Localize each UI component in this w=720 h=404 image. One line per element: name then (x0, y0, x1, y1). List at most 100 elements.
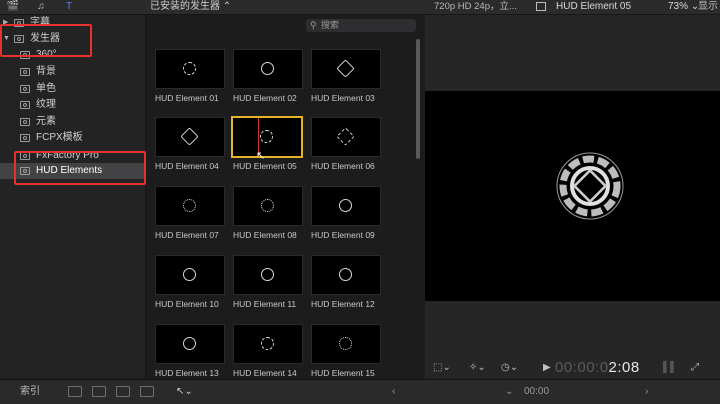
hud-element-icon (260, 130, 273, 143)
music-icon[interactable]: ♫ (34, 1, 48, 13)
timeline-timecode: 00:00 (524, 386, 550, 397)
connect-clip-icon[interactable] (68, 386, 82, 397)
index-button[interactable]: 索引 (20, 384, 40, 400)
thumbnail-label: HUD Element 15 (311, 368, 375, 378)
thumbnail-hud-element-05[interactable] (231, 116, 303, 158)
hud-element-icon (183, 62, 196, 75)
titles-generators-icon[interactable]: T (62, 1, 76, 13)
thumbnail-hud-element-02[interactable] (233, 49, 303, 89)
folder-icon (20, 101, 30, 109)
video-format: 720p HD 24p，立... (434, 1, 517, 12)
hud-element-icon (261, 199, 274, 212)
folder-icon (20, 68, 30, 76)
sidebar-item-label: 元素 (36, 116, 56, 127)
thumbnail-label: HUD Element 09 (311, 230, 375, 240)
folder-icon (20, 85, 30, 93)
viewer: ⬚⌄ ✧⌄ ◷⌄ ▶ 00:00:02:08 ▌▌ ⤢ (425, 15, 720, 378)
thumbnail-hud-element-12[interactable] (311, 255, 381, 295)
hud-element-icon (339, 337, 352, 350)
timecode-bright: 2:08 (608, 359, 640, 376)
clapper-icon[interactable]: 🎬 (6, 1, 20, 13)
hud-element-icon (339, 268, 352, 281)
thumbnail-label: HUD Element 03 (311, 93, 375, 103)
chevron-left-icon[interactable]: ‹ (392, 384, 395, 400)
hud-element-icon (183, 268, 196, 281)
transform-tool-icon[interactable]: ⬚⌄ (433, 361, 451, 375)
clip-icon (536, 2, 546, 11)
search-placeholder: 搜索 (321, 20, 340, 30)
thumbnail-hud-element-09[interactable] (311, 186, 381, 226)
thumbnail-label: HUD Element 04 (155, 161, 219, 171)
mouse-pointer-icon: ↖ (256, 150, 266, 162)
thumbnail-label: HUD Element 08 (233, 230, 297, 240)
search-icon: ⚲ (310, 20, 317, 30)
highlight-box-hud-elements (14, 151, 146, 185)
sidebar-item-label: 单色 (36, 83, 56, 94)
thumbnail-label: HUD Element 11 (233, 299, 297, 309)
sidebar-item-textures[interactable]: 纹理 (0, 97, 145, 113)
thumbnail-hud-element-03[interactable] (311, 49, 381, 89)
hud-element-icon (180, 127, 199, 146)
hud-element-icon (183, 199, 196, 212)
thumbnail-label: HUD Element 01 (155, 93, 219, 103)
bottom-toolbar: 索引 ↖⌄ ‹ ⌄ 00:00 › (0, 379, 720, 404)
sidebar-item-fcpx-templates[interactable]: FCPX模板 (0, 130, 145, 146)
thumbnail-label: HUD Element 13 (155, 368, 219, 378)
sidebar-item-elements[interactable]: 元素 (0, 114, 145, 130)
timecode-dim: 00:00:0 (555, 359, 609, 376)
chevron-down-icon[interactable]: ⌄ (505, 384, 513, 400)
thumbnail-label: HUD Element 05 (233, 161, 297, 171)
generator-browser: ⚲ 搜索 HUD Element 01 HUD Element 02 HUD E… (146, 15, 424, 378)
sidebar: ▶ 字幕 ▼ 发生器 360° 背景 单色 纹理 元素 FCPX模板 FxFac… (0, 15, 146, 378)
speed-icon[interactable]: ◷⌄ (501, 361, 518, 375)
thumbnail-label: HUD Element 06 (311, 161, 375, 171)
append-clip-icon[interactable] (116, 386, 130, 397)
sidebar-item-label: 纹理 (36, 99, 56, 110)
hud-element-icon (336, 59, 355, 78)
thumbnail-label: HUD Element 14 (233, 368, 297, 378)
folder-icon (20, 118, 30, 126)
select-tool-icon[interactable]: ↖⌄ (176, 384, 193, 400)
thumbnail-hud-element-04[interactable] (155, 117, 225, 157)
hud-element-icon (261, 268, 274, 281)
thumbnail-label: HUD Element 07 (155, 230, 219, 240)
library-title[interactable]: 已安装的发生器 ⌃ (150, 0, 231, 13)
hud-element-icon (261, 337, 274, 350)
overwrite-clip-icon[interactable] (140, 386, 154, 397)
thumbnail-hud-element-06[interactable] (311, 117, 381, 157)
hud-element-icon (261, 62, 274, 75)
thumbnail-label: HUD Element 02 (233, 93, 297, 103)
search-field[interactable]: ⚲ 搜索 (306, 19, 416, 32)
audio-meter-icon: ▌▌ (663, 362, 678, 373)
highlight-box-generators (0, 24, 92, 57)
insert-clip-icon[interactable] (92, 386, 106, 397)
enhance-icon[interactable]: ✧⌄ (469, 361, 486, 375)
clip-name: HUD Element 05 (556, 1, 632, 12)
top-toolbar: 🎬 ♫ T 已安装的发生器 ⌃ 720p HD 24p，立... HUD Ele… (0, 0, 720, 25)
thumbnail-hud-element-10[interactable] (155, 255, 225, 295)
thumbnail-hud-element-11[interactable] (233, 255, 303, 295)
sidebar-item-solids[interactable]: 单色 (0, 81, 145, 97)
thumbnail-hud-element-13[interactable] (155, 324, 225, 364)
folder-icon (20, 134, 30, 142)
viewer-canvas (425, 91, 720, 301)
thumbnail-hud-element-15[interactable] (311, 324, 381, 364)
sidebar-item-backgrounds[interactable]: 背景 (0, 64, 145, 80)
thumbnail-label: HUD Element 10 (155, 299, 219, 309)
hud-element-icon (183, 337, 196, 350)
timecode-display: 00:00:02:08 (555, 359, 640, 377)
hud-element-icon (339, 199, 352, 212)
sidebar-item-label: 背景 (36, 66, 56, 77)
browser-scrollbar[interactable] (416, 39, 420, 159)
sidebar-item-label: FCPX模板 (36, 132, 83, 143)
chevron-right-icon[interactable]: › (645, 384, 648, 400)
hud-element-icon (336, 127, 355, 146)
thumbnail-hud-element-08[interactable] (233, 186, 303, 226)
thumbnail-label: HUD Element 12 (311, 299, 375, 309)
thumbnail-hud-element-14[interactable] (233, 324, 303, 364)
play-icon[interactable]: ▶ (543, 361, 551, 375)
thumbnail-hud-element-07[interactable] (155, 186, 225, 226)
fullscreen-icon[interactable]: ⤢ (691, 361, 699, 375)
zoom-menu[interactable]: 73% ⌄ (668, 0, 699, 13)
thumbnail-hud-element-01[interactable] (155, 49, 225, 89)
